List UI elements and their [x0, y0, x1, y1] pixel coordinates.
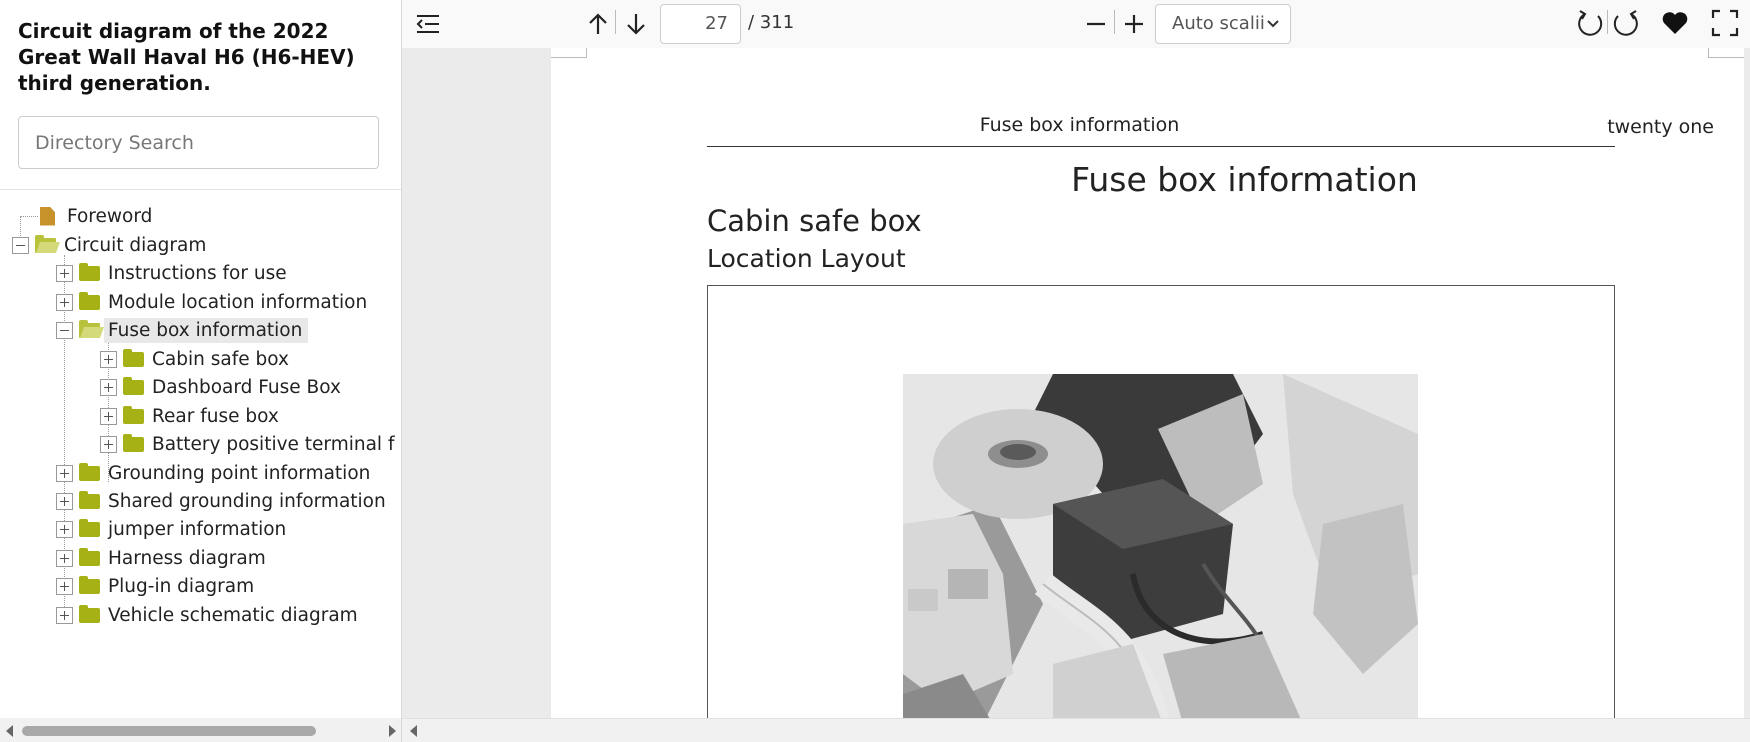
page-total-label: / 311	[748, 12, 795, 33]
toolbar-separator	[615, 10, 616, 34]
tree-item-foreword[interactable]: Foreword	[40, 202, 158, 230]
arrow-down-icon	[627, 14, 645, 35]
plus-icon	[1125, 15, 1143, 33]
folder-icon	[79, 575, 100, 594]
tree-item-instructions[interactable]: Instructions for use	[56, 259, 293, 287]
expand-toggle-icon[interactable]	[100, 378, 117, 396]
document-icon	[40, 206, 55, 226]
tree-item-plugin[interactable]: Plug-in diagram	[56, 572, 260, 600]
toolbar-separator	[1114, 10, 1115, 34]
page-number-text: twenty one	[1607, 116, 1714, 138]
zoom-out-button[interactable]	[1080, 8, 1112, 40]
tree-item-grounding-point[interactable]: Grounding point information	[56, 459, 376, 487]
minus-icon	[1087, 22, 1105, 26]
tree-item-module-location[interactable]: Module location information	[56, 288, 373, 316]
previous-page-button[interactable]	[582, 8, 614, 40]
tree-item-shared-grounding[interactable]: Shared grounding information	[56, 487, 392, 515]
folder-icon	[79, 547, 100, 566]
scroll-right-arrow-icon[interactable]	[389, 725, 396, 737]
tree-connector	[20, 216, 38, 217]
document-title: Circuit diagram of the 2022 Great Wall H…	[18, 19, 355, 95]
expand-toggle-icon[interactable]	[56, 606, 73, 624]
directory-tree: Foreword Circuit diagram Instructions fo…	[0, 200, 401, 718]
scrollbar-thumb[interactable]	[22, 726, 316, 736]
toolbar-separator	[1607, 10, 1608, 34]
folder-icon	[79, 291, 100, 310]
page-number-input[interactable]: 27	[660, 4, 741, 44]
sidebar: Circuit diagram of the 2022 Great Wall H…	[0, 0, 402, 742]
expand-toggle-icon[interactable]	[100, 407, 117, 425]
rotate-left-icon	[1578, 10, 1603, 36]
expand-toggle-icon[interactable]	[56, 264, 73, 282]
arrow-up-icon	[589, 13, 607, 34]
folder-icon	[79, 262, 100, 281]
fullscreen-button[interactable]	[1708, 6, 1742, 40]
viewer-horizontal-scrollbar[interactable]	[402, 718, 1750, 742]
zoom-scale-value: Auto scalii	[1172, 13, 1265, 34]
page-corner-mark	[551, 48, 587, 58]
tree-item-circuit-diagram[interactable]: Circuit diagram	[12, 231, 212, 259]
favorite-button[interactable]	[1658, 6, 1692, 40]
folder-icon	[79, 518, 100, 537]
folder-icon	[123, 405, 144, 424]
engine-bay-illustration	[903, 374, 1418, 718]
sub-subsection-heading: Location Layout	[707, 244, 906, 273]
directory-search-input[interactable]	[18, 116, 379, 169]
expand-toggle-icon[interactable]	[56, 492, 73, 510]
section-heading: Fuse box information	[1071, 160, 1418, 199]
scroll-left-arrow-icon[interactable]	[410, 725, 417, 737]
rotate-counterclockwise-button[interactable]	[1574, 6, 1606, 40]
expand-toggle-icon[interactable]	[56, 549, 73, 567]
rotate-clockwise-button[interactable]	[1610, 6, 1642, 40]
running-header: Fuse box information	[979, 114, 1180, 136]
folder-open-icon	[79, 319, 100, 338]
expand-toggle-icon[interactable]	[100, 435, 117, 453]
folder-icon	[123, 348, 144, 367]
tree-item-dashboard-fuse-box[interactable]: Dashboard Fuse Box	[100, 373, 347, 401]
expand-toggle-icon[interactable]	[56, 464, 73, 482]
sidebar-horizontal-scrollbar[interactable]	[0, 718, 401, 742]
expand-toggle-icon[interactable]	[56, 520, 73, 538]
tree-item-fuse-box[interactable]: Fuse box information	[56, 316, 309, 344]
scroll-left-arrow-icon[interactable]	[6, 725, 13, 737]
rotate-right-icon	[1613, 10, 1638, 36]
tree-item-rear-fuse-box[interactable]: Rear fuse box	[100, 402, 285, 430]
sidebar-toggle-icon	[416, 15, 439, 33]
sidebar-toggle-button[interactable]	[412, 8, 444, 40]
tree-item-battery-terminal[interactable]: Battery positive terminal f	[100, 430, 400, 458]
tree-item-cabin-safe-box[interactable]: Cabin safe box	[100, 345, 295, 373]
folder-icon	[79, 490, 100, 509]
pdf-viewer: 27 / 311 Auto scalii Fuse box informatio…	[402, 0, 1750, 742]
folder-icon	[123, 376, 144, 395]
next-page-button[interactable]	[620, 8, 652, 40]
tree-item-harness[interactable]: Harness diagram	[56, 544, 272, 572]
chevron-down-icon	[1267, 20, 1279, 28]
zoom-scale-select[interactable]: Auto scalii	[1155, 4, 1291, 44]
fullscreen-icon	[1711, 9, 1739, 37]
folder-icon	[79, 604, 100, 623]
engine-bay-photo	[903, 374, 1418, 718]
tree-item-jumper[interactable]: jumper information	[56, 515, 292, 543]
header-rule	[707, 146, 1615, 147]
sidebar-divider	[0, 189, 401, 190]
zoom-in-button[interactable]	[1118, 8, 1150, 40]
page-corner-mark	[1708, 48, 1744, 58]
figure-frame	[707, 285, 1615, 718]
viewer-toolbar: 27 / 311 Auto scalii	[402, 0, 1750, 48]
collapse-toggle-icon[interactable]	[56, 321, 73, 339]
expand-toggle-icon[interactable]	[56, 577, 73, 595]
heart-icon	[1662, 12, 1688, 34]
pdf-page: Fuse box information twenty one Fuse box…	[551, 48, 1744, 718]
tree-item-vehicle-schematic[interactable]: Vehicle schematic diagram	[56, 601, 364, 629]
folder-icon	[79, 462, 100, 481]
subsection-heading: Cabin safe box	[707, 204, 922, 238]
folder-icon	[123, 433, 144, 452]
expand-toggle-icon[interactable]	[56, 293, 73, 311]
expand-toggle-icon[interactable]	[100, 350, 117, 368]
collapse-toggle-icon[interactable]	[12, 236, 29, 254]
folder-open-icon	[35, 234, 56, 253]
